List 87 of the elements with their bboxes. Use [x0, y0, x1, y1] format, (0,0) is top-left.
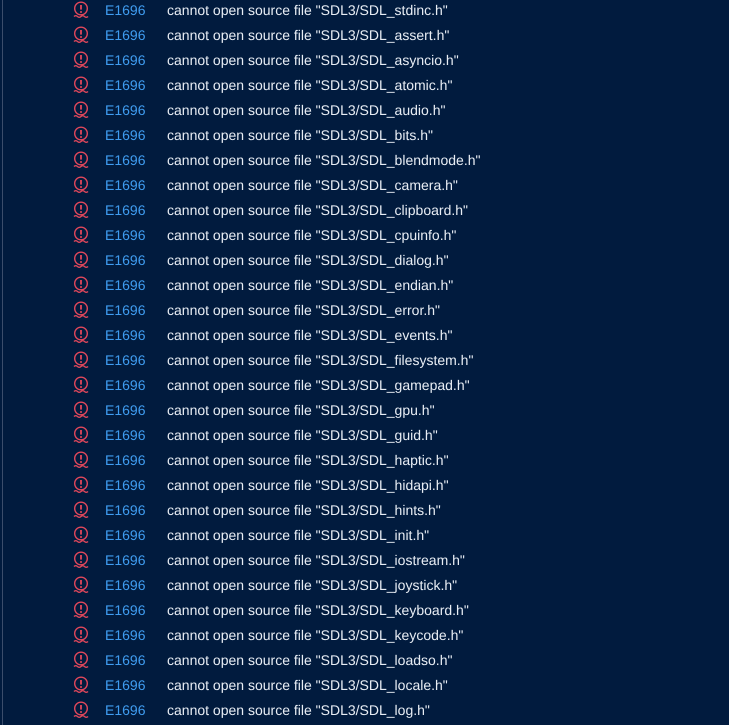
error-message: cannot open source file "SDL3/SDL_keyboard.h" — [167, 602, 469, 618]
error-icon — [72, 700, 90, 718]
error-code[interactable]: E1696 — [105, 502, 167, 518]
error-icon — [72, 426, 90, 444]
error-code[interactable]: E1696 — [105, 602, 167, 618]
error-message: cannot open source file "SDL3/SDL_stdinc.h" — [167, 2, 448, 18]
error-icon — [72, 550, 90, 568]
error-message: cannot open source file "SDL3/SDL_bits.h" — [167, 126, 433, 142]
error-message: cannot open source file "SDL3/SDL_iostream.h" — [167, 552, 465, 568]
error-icon — [72, 300, 90, 318]
error-code[interactable]: E1696 — [105, 376, 167, 392]
error-code[interactable]: E1696 — [105, 702, 167, 718]
error-message: cannot open source file "SDL3/SDL_init.h" — [167, 526, 430, 542]
error-icon — [72, 376, 90, 394]
error-code[interactable]: E1696 — [105, 302, 167, 318]
error-code[interactable]: E1696 — [105, 276, 167, 292]
error-icon — [72, 126, 90, 144]
error-code[interactable]: E1696 — [105, 402, 167, 418]
error-code[interactable]: E1696 — [105, 576, 167, 592]
error-code[interactable]: E1696 — [105, 676, 167, 692]
error-message: cannot open source file "SDL3/SDL_audio.h" — [167, 102, 446, 118]
error-message: cannot open source file "SDL3/SDL_dialog.h" — [167, 252, 449, 268]
error-icon — [72, 350, 90, 368]
error-message: cannot open source file "SDL3/SDL_gamepad.h" — [167, 376, 470, 392]
error-icon — [72, 400, 90, 418]
error-code[interactable]: E1696 — [105, 652, 167, 668]
error-message: cannot open source file "SDL3/SDL_filesystem.h" — [167, 352, 474, 368]
error-icon — [72, 500, 90, 518]
error-message: cannot open source file "SDL3/SDL_hints.h" — [167, 502, 441, 518]
error-message: cannot open source file "SDL3/SDL_keycode.h" — [167, 626, 464, 642]
error-icon — [72, 226, 90, 244]
error-icon — [72, 100, 90, 118]
error-code[interactable]: E1696 — [105, 226, 167, 242]
error-code[interactable]: E1696 — [105, 626, 167, 642]
error-icon — [72, 476, 90, 494]
error-code[interactable]: E1696 — [105, 452, 167, 468]
error-icon — [72, 0, 90, 18]
error-icon — [72, 176, 90, 194]
error-icon — [72, 150, 90, 168]
error-icon — [72, 276, 90, 294]
error-code[interactable]: E1696 — [105, 552, 167, 568]
error-code[interactable]: E1696 — [105, 52, 167, 68]
error-code[interactable]: E1696 — [105, 102, 167, 118]
error-icon — [72, 326, 90, 344]
error-message: cannot open source file "SDL3/SDL_haptic.h" — [167, 452, 449, 468]
error-code[interactable]: E1696 — [105, 476, 167, 492]
error-message: cannot open source file "SDL3/SDL_error.h" — [167, 302, 440, 318]
error-code[interactable]: E1696 — [105, 26, 167, 42]
error-icon — [72, 26, 90, 44]
error-code[interactable]: E1696 — [105, 326, 167, 342]
error-message: cannot open source file "SDL3/SDL_events.h" — [167, 326, 452, 342]
error-message: cannot open source file "SDL3/SDL_guid.h" — [167, 426, 438, 442]
error-icon — [72, 600, 90, 618]
error-code[interactable]: E1696 — [105, 252, 167, 268]
error-message: cannot open source file "SDL3/SDL_loadso.h" — [167, 652, 452, 668]
error-icon — [72, 50, 90, 68]
error-message: cannot open source file "SDL3/SDL_asyncio.h" — [167, 52, 459, 68]
error-code[interactable]: E1696 — [105, 202, 167, 218]
error-icon — [72, 200, 90, 218]
error-icon — [72, 250, 90, 268]
error-message: cannot open source file "SDL3/SDL_cpuinfo.h" — [167, 226, 456, 242]
error-message: cannot open source file "SDL3/SDL_log.h" — [167, 702, 430, 718]
error-message: cannot open source file "SDL3/SDL_joystick.h" — [167, 576, 458, 592]
error-code[interactable]: E1696 — [105, 426, 167, 442]
error-code[interactable]: E1696 — [105, 526, 167, 542]
error-message: cannot open source file "SDL3/SDL_atomic.h" — [167, 76, 452, 92]
error-icon — [72, 576, 90, 594]
error-icon — [72, 626, 90, 644]
error-code[interactable]: E1696 — [105, 2, 167, 18]
error-code[interactable]: E1696 — [105, 152, 167, 168]
error-message: cannot open source file "SDL3/SDL_assert.h" — [167, 26, 450, 42]
error-message: cannot open source file "SDL3/SDL_endian.h" — [167, 276, 454, 292]
error-icon — [72, 526, 90, 544]
error-code[interactable]: E1696 — [105, 126, 167, 142]
error-message: cannot open source file "SDL3/SDL_hidapi.h" — [167, 476, 449, 492]
error-message: cannot open source file "SDL3/SDL_camera.h" — [167, 176, 458, 192]
error-message: cannot open source file "SDL3/SDL_clipboard.h" — [167, 202, 468, 218]
error-code[interactable]: E1696 — [105, 76, 167, 92]
error-icon — [72, 76, 90, 94]
error-icon — [72, 676, 90, 694]
error-icon — [72, 450, 90, 468]
error-code[interactable]: E1696 — [105, 352, 167, 368]
error-message: cannot open source file "SDL3/SDL_blendmode.h" — [167, 152, 480, 168]
error-icon — [72, 650, 90, 668]
error-message: cannot open source file "SDL3/SDL_gpu.h" — [167, 402, 435, 418]
error-message: cannot open source file "SDL3/SDL_locale.h" — [167, 676, 448, 692]
error-code[interactable]: E1696 — [105, 176, 167, 192]
